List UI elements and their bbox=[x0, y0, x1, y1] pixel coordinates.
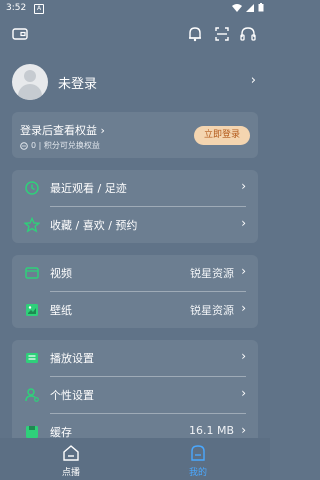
chevron-right-icon: › bbox=[250, 73, 256, 88]
personal-settings-label: 个性设置 bbox=[50, 389, 94, 402]
wallpaper-source-value: 锐星资源 bbox=[190, 304, 234, 317]
avatar-head bbox=[24, 70, 36, 82]
status-bar: 3:52 A bbox=[0, 0, 270, 18]
chevron-right-icon: › bbox=[241, 386, 246, 400]
avatar[interactable] bbox=[12, 64, 48, 100]
nav-tab-on-demand[interactable]: 点播 bbox=[41, 442, 101, 478]
recent-watch-label: 最近观看 / 足迹 bbox=[50, 182, 127, 195]
wallpaper-label: 壁纸 bbox=[50, 304, 72, 317]
resources-card: 视频 锐星资源 › 壁纸 锐星资源 › bbox=[12, 255, 258, 328]
status-time: 3:52 bbox=[6, 3, 27, 13]
history-favorites-card: 最近观看 / 足迹 › 收藏 / 喜欢 / 预约 › bbox=[12, 170, 258, 243]
status-icons bbox=[232, 3, 264, 12]
play-settings-label: 播放设置 bbox=[50, 352, 94, 365]
points-coin-icon bbox=[20, 141, 28, 150]
chevron-right-icon: › bbox=[241, 264, 246, 278]
login-now-button[interactable]: 立即登录 bbox=[194, 126, 250, 145]
wallpaper-row[interactable]: 壁纸 锐星资源 › bbox=[12, 292, 258, 328]
benefits-subtitle-text: 0 | 积分可兑换权益 bbox=[31, 141, 100, 150]
bottom-nav: 点播 我的 bbox=[0, 438, 270, 480]
top-toolbar bbox=[0, 24, 270, 46]
chevron-right-icon: › bbox=[100, 124, 105, 137]
personal-settings-row[interactable]: 个性设置 › bbox=[12, 377, 258, 413]
home-icon bbox=[63, 445, 79, 461]
settings-card: 播放设置 › 个性设置 › 缓存 16.1 MB › bbox=[12, 340, 258, 450]
bell-icon[interactable] bbox=[185, 24, 205, 44]
recent-watch-row[interactable]: 最近观看 / 足迹 › bbox=[12, 170, 258, 206]
video-icon bbox=[25, 267, 39, 279]
mine-icon bbox=[191, 445, 205, 461]
benefits-subtitle: 0 | 积分可兑换权益 bbox=[20, 140, 100, 151]
avatar-body bbox=[18, 84, 42, 100]
notification-a-icon: A bbox=[34, 4, 44, 14]
benefits-title-text: 登录后查看权益 bbox=[20, 124, 97, 137]
chevron-right-icon: › bbox=[241, 179, 246, 193]
video-source-value: 锐星资源 bbox=[190, 267, 234, 280]
favorites-label: 收藏 / 喜欢 / 预约 bbox=[50, 219, 138, 232]
scan-icon[interactable] bbox=[212, 24, 232, 44]
wallpaper-icon bbox=[26, 304, 38, 316]
wallet-icon[interactable] bbox=[10, 24, 30, 44]
login-status-text: 未登录 bbox=[58, 77, 98, 92]
nav-tab-mine[interactable]: 我的 bbox=[168, 442, 228, 478]
play-settings-row[interactable]: 播放设置 › bbox=[12, 340, 258, 376]
chevron-right-icon: › bbox=[241, 423, 246, 437]
battery-icon bbox=[258, 3, 264, 12]
clock-icon bbox=[25, 181, 39, 195]
video-label: 视频 bbox=[50, 267, 72, 280]
star-icon bbox=[24, 217, 40, 233]
chevron-right-icon: › bbox=[241, 216, 246, 230]
cache-size-value: 16.1 MB bbox=[188, 424, 234, 437]
profile-row[interactable]: 未登录 › bbox=[12, 62, 262, 102]
headset-icon[interactable] bbox=[238, 24, 258, 44]
video-row[interactable]: 视频 锐星资源 › bbox=[12, 255, 258, 291]
play-settings-icon bbox=[26, 353, 38, 363]
benefits-card[interactable]: 登录后查看权益 › 0 | 积分可兑换权益 立即登录 bbox=[12, 112, 258, 158]
signal-icon bbox=[246, 3, 254, 12]
nav-label-mine: 我的 bbox=[188, 468, 207, 478]
personal-settings-icon bbox=[25, 388, 39, 402]
nav-label-on-demand: 点播 bbox=[61, 468, 80, 478]
chevron-right-icon: › bbox=[241, 349, 246, 363]
favorites-row[interactable]: 收藏 / 喜欢 / 预约 › bbox=[12, 207, 258, 243]
benefits-title: 登录后查看权益 › bbox=[20, 122, 105, 138]
wifi-icon bbox=[232, 3, 242, 12]
chevron-right-icon: › bbox=[241, 301, 246, 315]
